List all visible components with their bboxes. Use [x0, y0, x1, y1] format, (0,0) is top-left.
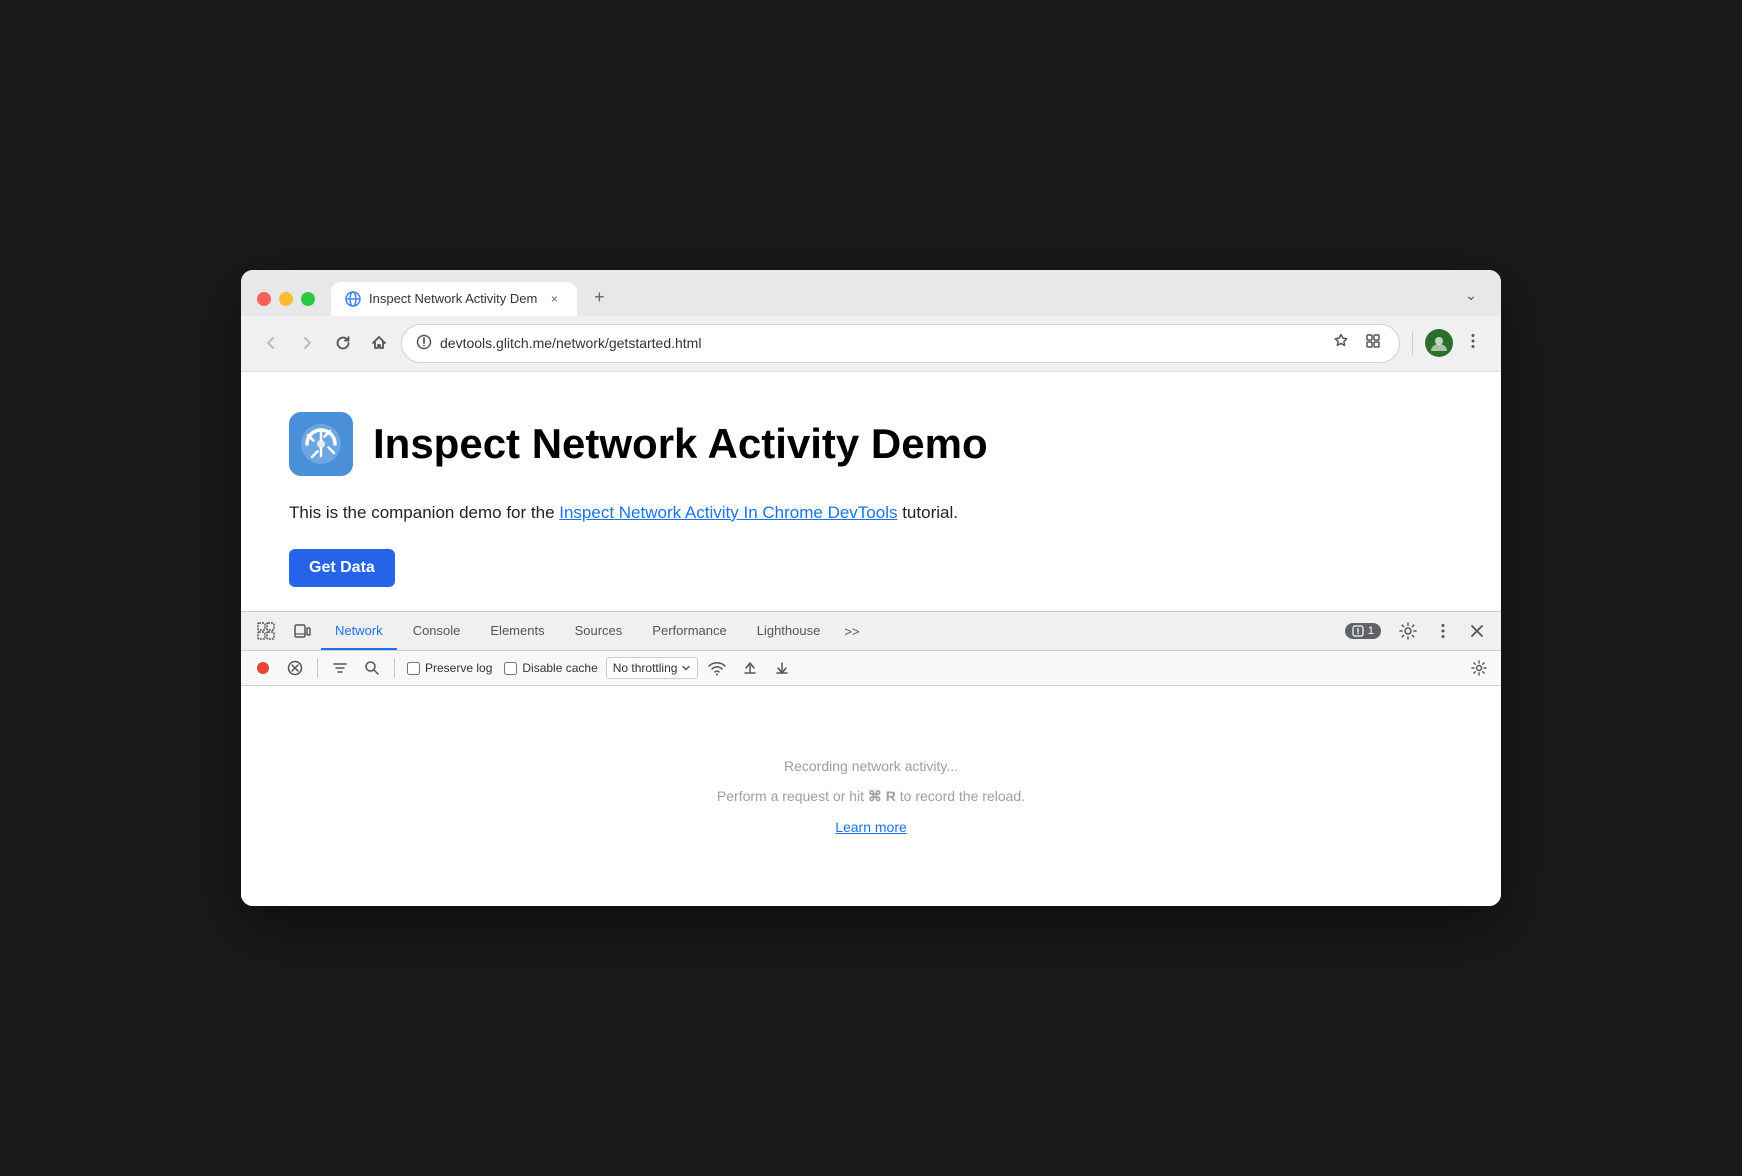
page-content: Inspect Network Activity Demo This is th… [241, 372, 1501, 612]
preserve-log-checkbox[interactable]: Preserve log [403, 659, 496, 677]
browser-window: Inspect Network Activity Dem × + ⌄ [241, 270, 1501, 907]
browser-tab[interactable]: Inspect Network Activity Dem × [331, 282, 577, 316]
bookmark-icon[interactable] [1329, 331, 1353, 356]
tab-elements[interactable]: Elements [476, 613, 558, 650]
toolbar-separator [317, 658, 318, 678]
page-header: Inspect Network Activity Demo [289, 412, 1453, 476]
devtools-select-icon[interactable] [249, 612, 283, 650]
search-button[interactable] [358, 656, 386, 680]
close-button[interactable] [257, 292, 271, 306]
import-har-button[interactable] [736, 656, 764, 680]
tab-title: Inspect Network Activity Dem [369, 291, 537, 306]
tab-network[interactable]: Network [321, 613, 397, 650]
home-button[interactable] [365, 329, 393, 357]
description-after: tutorial. [897, 503, 957, 522]
url-text: devtools.glitch.me/network/getstarted.ht… [440, 335, 1321, 351]
devtools-more-tabs-button[interactable]: >> [836, 614, 867, 649]
recording-text: Recording network activity... [784, 758, 958, 774]
get-data-button[interactable]: Get Data [289, 549, 395, 587]
network-hint-text: Perform a request or hit ⌘ R to record t… [717, 788, 1025, 805]
network-settings-button[interactable] [1465, 656, 1493, 680]
devtools-panel: Network Console Elements Sources Perform… [241, 611, 1501, 906]
disable-cache-input[interactable] [504, 662, 517, 675]
page-title: Inspect Network Activity Demo [373, 420, 988, 468]
toolbar-separator-2 [394, 658, 395, 678]
tab-favicon-icon [345, 291, 361, 307]
devtools-tab-bar: Network Console Elements Sources Perform… [241, 612, 1501, 651]
page-description: This is the companion demo for the Inspe… [289, 500, 1453, 526]
shortcut-cmd: ⌘ [868, 788, 882, 804]
issues-count: 1 [1368, 625, 1374, 637]
description-before: This is the companion demo for the [289, 503, 559, 522]
tab-sources[interactable]: Sources [561, 613, 637, 650]
address-bar: devtools.glitch.me/network/getstarted.ht… [241, 316, 1501, 372]
devtools-close-button[interactable] [1461, 615, 1493, 647]
devtools-settings-button[interactable] [1391, 614, 1425, 648]
title-bar: Inspect Network Activity Dem × + ⌄ [241, 270, 1501, 316]
back-button[interactable] [257, 329, 285, 357]
throttle-label: No throttling [613, 661, 678, 675]
maximize-button[interactable] [301, 292, 315, 306]
disable-cache-label: Disable cache [522, 661, 597, 675]
network-toolbar: Preserve log Disable cache No throttling [241, 651, 1501, 686]
shortcut-r: R [882, 788, 896, 804]
glitch-logo [289, 412, 353, 476]
devtools-issues-badge[interactable]: 1 [1345, 623, 1381, 639]
hint-suffix: to record the reload. [896, 788, 1025, 804]
devtools-device-icon[interactable] [285, 612, 319, 650]
record-button[interactable] [249, 656, 277, 680]
tab-console[interactable]: Console [399, 613, 475, 650]
hint-prefix: Perform a request or hit [717, 788, 868, 804]
url-bar[interactable]: devtools.glitch.me/network/getstarted.ht… [401, 324, 1400, 363]
chrome-menu-button[interactable] [1461, 331, 1485, 356]
new-tab-button[interactable]: + [585, 284, 613, 312]
reload-button[interactable] [329, 329, 357, 357]
disable-cache-checkbox[interactable]: Disable cache [500, 659, 601, 677]
filter-button[interactable] [326, 656, 354, 680]
export-har-button[interactable] [768, 656, 796, 680]
wifi-icon[interactable] [702, 655, 732, 681]
clear-button[interactable] [281, 656, 309, 680]
tab-close-button[interactable]: × [545, 290, 563, 308]
tab-performance[interactable]: Performance [638, 613, 740, 650]
minimize-button[interactable] [279, 292, 293, 306]
learn-more-link[interactable]: Learn more [835, 819, 907, 835]
security-icon [416, 334, 432, 353]
tab-dropdown-button[interactable]: ⌄ [1457, 282, 1485, 310]
window-controls [257, 292, 315, 316]
extensions-icon[interactable] [1361, 331, 1385, 356]
forward-button[interactable] [293, 329, 321, 357]
page-link[interactable]: Inspect Network Activity In Chrome DevTo… [559, 503, 897, 522]
devtools-more-button[interactable] [1427, 615, 1459, 647]
preserve-log-input[interactable] [407, 662, 420, 675]
throttle-dropdown[interactable]: No throttling [606, 657, 699, 679]
tab-lighthouse[interactable]: Lighthouse [743, 613, 835, 650]
network-empty-state: Recording network activity... Perform a … [241, 686, 1501, 906]
tab-bar: Inspect Network Activity Dem × + ⌄ [331, 282, 1485, 316]
preserve-log-label: Preserve log [425, 661, 492, 675]
profile-avatar[interactable] [1425, 329, 1453, 357]
